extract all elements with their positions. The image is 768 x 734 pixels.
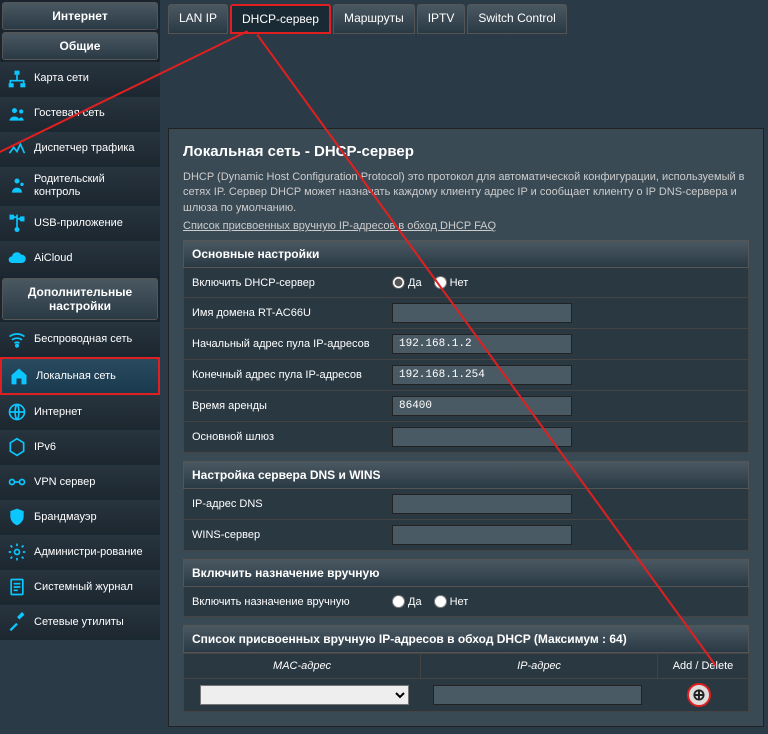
- vpn-icon: [6, 471, 28, 493]
- sidebar-item[interactable]: Диспетчер трафика: [0, 132, 160, 167]
- lease-label: Время аренды: [192, 400, 392, 412]
- sidebar-item[interactable]: Локальная сеть: [0, 357, 160, 395]
- sidebar-item-label: Интернет: [34, 406, 82, 419]
- globe-icon: [6, 401, 28, 423]
- manual-no[interactable]: [434, 595, 447, 608]
- sidebar-item-label: Брандмауэр: [34, 511, 97, 524]
- tab-bar: LAN IPDHCP-серверМаршрутыIPTVSwitch Cont…: [168, 0, 764, 38]
- pool-start-label: Начальный адрес пула IP-адресов: [192, 338, 392, 350]
- sidebar-item[interactable]: VPN сервер: [0, 465, 160, 500]
- sidebar-item-label: IPv6: [34, 441, 56, 454]
- sidebar-item[interactable]: Интернет: [0, 395, 160, 430]
- mac-select[interactable]: [200, 685, 410, 705]
- wifi-icon: [6, 328, 28, 350]
- enable-dhcp-radio[interactable]: Да Нет: [392, 276, 468, 289]
- manual-yes[interactable]: [392, 595, 405, 608]
- sidebar-item-label: Беспроводная сеть: [34, 333, 132, 346]
- enable-dhcp-yes[interactable]: [392, 276, 405, 289]
- gear-icon: [6, 541, 28, 563]
- usb-icon: [6, 212, 28, 234]
- sidebar-item-label: USB-приложение: [34, 217, 123, 230]
- enable-dhcp-label: Включить DHCP-сервер: [192, 277, 392, 289]
- sidebar-item[interactable]: Администри-рование: [0, 535, 160, 570]
- page-title: Локальная сеть - DHCP-сервер: [183, 143, 749, 160]
- sidebar: Интернет Общие Карта сети Гостевая сеть Ди…: [0, 0, 160, 640]
- faq-link[interactable]: Список присвоенных вручную IP-адресов в …: [183, 220, 749, 232]
- sidebar-item-label: VPN сервер: [34, 476, 95, 489]
- sidebar-item[interactable]: Беспроводная сеть: [0, 322, 160, 357]
- shield-icon: [6, 506, 28, 528]
- sidebar-item-label: Администри-рование: [34, 546, 143, 559]
- traffic-icon: [6, 138, 28, 160]
- sidebar-item[interactable]: Сетевые утилиты: [0, 605, 160, 640]
- sidebar-item-label: Сетевые утилиты: [34, 616, 124, 629]
- section-basic-title: Основные настройки: [183, 240, 749, 268]
- sidebar-header-internet: Интернет: [2, 2, 158, 30]
- manual-list-row: ⊕: [183, 679, 749, 712]
- tools-icon: [6, 611, 28, 633]
- lease-input[interactable]: [392, 396, 572, 416]
- sidebar-item[interactable]: Системный журнал: [0, 570, 160, 605]
- sidebar-item-label: Локальная сеть: [36, 370, 116, 383]
- domain-label: Имя домена RT-AC66U: [192, 307, 392, 319]
- enable-dhcp-no[interactable]: [434, 276, 447, 289]
- wins-label: WINS-сервер: [192, 529, 392, 541]
- domain-input[interactable]: [392, 303, 572, 323]
- sitemap-icon: [6, 68, 28, 90]
- tab[interactable]: Switch Control: [467, 4, 566, 34]
- sidebar-item[interactable]: USB-приложение: [0, 206, 160, 241]
- page-description: DHCP (Dynamic Host Configuration Protoco…: [183, 170, 749, 216]
- content-panel: Локальная сеть - DHCP-сервер DHCP (Dynam…: [168, 128, 764, 727]
- gateway-input[interactable]: [392, 427, 572, 447]
- section-dns-title: Настройка сервера DNS и WINS: [183, 461, 749, 489]
- sidebar-item-label: Системный журнал: [34, 581, 133, 594]
- sidebar-item[interactable]: Брандмауэр: [0, 500, 160, 535]
- sidebar-item[interactable]: Карта сети: [0, 62, 160, 97]
- sidebar-item-label: Карта сети: [34, 72, 89, 85]
- guest-icon: [6, 103, 28, 125]
- dns-label: IP-адрес DNS: [192, 498, 392, 510]
- ip-input[interactable]: [433, 685, 643, 705]
- manual-list-header: MAC-адрес IP-адрес Add / Delete: [183, 653, 749, 679]
- sidebar-item[interactable]: Гостевая сеть: [0, 97, 160, 132]
- sidebar-item-label: Диспетчер трафика: [34, 142, 135, 155]
- sidebar-header-general: Общие: [2, 32, 158, 60]
- tab[interactable]: Маршруты: [333, 4, 415, 34]
- home-icon: [8, 365, 30, 387]
- sidebar-item-label: AiCloud: [34, 252, 73, 265]
- gateway-label: Основной шлюз: [192, 431, 392, 443]
- sidebar-item[interactable]: IPv6: [0, 430, 160, 465]
- hex-icon: [6, 436, 28, 458]
- sidebar-item[interactable]: Родительский контроль: [0, 167, 160, 206]
- col-action: Add / Delete: [658, 654, 748, 678]
- tab[interactable]: LAN IP: [168, 4, 228, 34]
- sidebar-header-advanced: Дополнительные настройки: [2, 278, 158, 320]
- manual-enable-label: Включить назначение вручную: [192, 596, 392, 608]
- manual-enable-radio[interactable]: Да Нет: [392, 595, 468, 608]
- pool-start-input[interactable]: [392, 334, 572, 354]
- cloud-icon: [6, 247, 28, 269]
- tab[interactable]: DHCP-сервер: [230, 4, 331, 34]
- pool-end-input[interactable]: [392, 365, 572, 385]
- dns-input[interactable]: [392, 494, 572, 514]
- main-area: LAN IPDHCP-серверМаршрутыIPTVSwitch Cont…: [164, 0, 768, 727]
- col-mac: MAC-адрес: [184, 654, 421, 678]
- sidebar-item-label: Родительский контроль: [34, 173, 154, 199]
- plus-icon: ⊕: [692, 685, 705, 705]
- wins-input[interactable]: [392, 525, 572, 545]
- section-list-title: Список присвоенных вручную IP-адресов в …: [183, 625, 749, 653]
- parent-icon: [6, 175, 28, 197]
- pool-end-label: Конечный адрес пула IP-адресов: [192, 369, 392, 381]
- log-icon: [6, 576, 28, 598]
- col-ip: IP-адрес: [421, 654, 658, 678]
- section-manual-title: Включить назначение вручную: [183, 559, 749, 587]
- tab[interactable]: IPTV: [417, 4, 466, 34]
- sidebar-item-label: Гостевая сеть: [34, 107, 105, 120]
- sidebar-item[interactable]: AiCloud: [0, 241, 160, 276]
